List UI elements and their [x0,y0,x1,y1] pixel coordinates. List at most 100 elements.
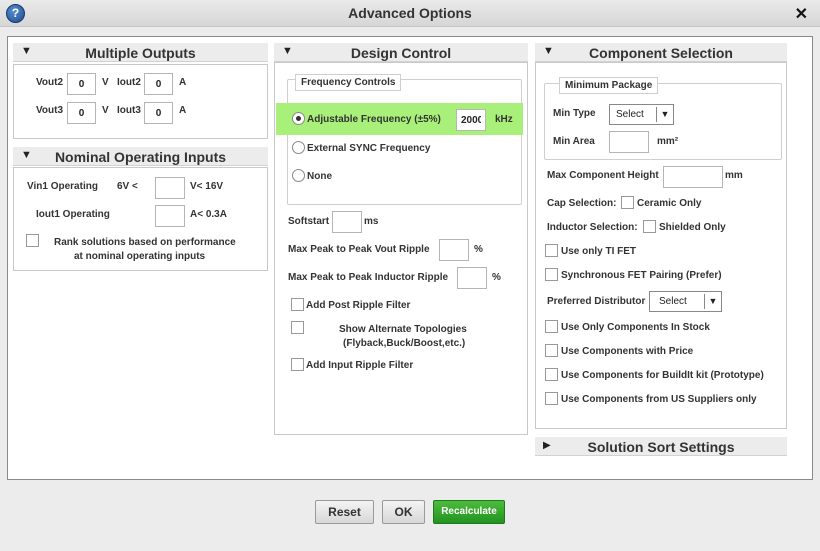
iout3-unit: A [179,105,187,116]
input-ripple-filter-label: Add Input Ripple Filter [306,360,414,371]
multiple-outputs-title: Multiple Outputs [85,45,196,61]
chevron-down-icon: ▼ [704,294,721,309]
chevron-down-icon: ▼ [656,107,673,122]
buildit-checkbox[interactable] [545,368,558,381]
iout3-input[interactable] [144,102,173,124]
nominal-inputs-header[interactable]: ▼ Nominal Operating Inputs [13,147,268,166]
softstart-input[interactable] [332,211,362,233]
min-area-label: Min Area [553,136,595,147]
iout1-input[interactable] [155,205,185,227]
external-sync-radio[interactable] [292,141,305,154]
ti-fet-checkbox[interactable] [545,244,558,257]
frequency-input[interactable] [456,109,486,131]
vout2-label: Vout2 [36,77,64,88]
vin1-label: Vin1 Operating [27,181,98,192]
cap-selection-label: Cap Selection: [547,198,617,209]
iout1-label: Iout1 Operating [36,209,110,220]
shielded-only-label: Shielded Only [659,222,726,233]
vout2-input[interactable] [67,73,96,95]
min-area-unit: mm² [657,136,679,147]
component-selection-title: Component Selection [589,45,733,61]
iout1-max: A< 0.3A [190,209,227,220]
solution-sort-header[interactable]: ▶ Solution Sort Settings [535,437,787,456]
close-icon[interactable]: ✕ [795,4,808,24]
with-price-checkbox[interactable] [545,344,558,357]
design-control-title: Design Control [350,45,452,61]
adjustable-frequency-row[interactable]: Adjustable Frequency (±5%) kHz [276,103,523,135]
max-height-unit: mm [725,170,743,181]
ceramic-only-label: Ceramic Only [637,198,702,209]
minimum-package-legend: Minimum Package [559,77,659,94]
vout3-input[interactable] [67,102,96,124]
us-suppliers-checkbox[interactable] [545,392,558,405]
max-height-input[interactable] [663,166,723,188]
distributor-value: Select [659,296,687,307]
design-control-panel: Frequency Controls Adjustable Frequency … [274,62,528,435]
post-ripple-filter-checkbox[interactable] [291,298,304,311]
title-bar: ? Advanced Options ✕ [0,0,820,27]
ok-button[interactable]: OK [382,500,425,524]
buildit-label: Use Components for BuildIt kit (Prototyp… [561,370,764,381]
ceramic-only-checkbox[interactable] [621,196,634,209]
iout3-label: Iout3 [117,105,141,116]
vout2-unit: V [102,77,109,88]
inductor-ripple-input[interactable] [457,267,487,289]
inductor-selection-label: Inductor Selection: [547,222,638,233]
adjustable-frequency-label: Adjustable Frequency (±5%) [307,114,441,125]
min-type-select[interactable]: Select ▼ [609,104,674,125]
frequency-unit: kHz [495,114,513,125]
min-area-input[interactable] [609,131,649,153]
softstart-label: Softstart [288,216,330,227]
vout-ripple-label: Max Peak to Peak Vout Ripple [288,244,430,255]
vout-ripple-unit: % [474,244,483,255]
rank-checkbox[interactable] [26,234,39,247]
distributor-select[interactable]: Select ▼ [649,291,722,312]
max-height-label: Max Component Height [547,170,659,181]
ti-fet-label: Use only TI FET [561,246,637,257]
iout2-label: Iout2 [117,77,141,88]
rank-label-line2: at nominal operating inputs [74,251,206,262]
adjustable-frequency-radio[interactable] [292,112,305,125]
component-selection-panel: Minimum Package Min Type Select ▼ Min Ar… [535,62,787,429]
nominal-inputs-panel: Vin1 Operating 6V < V< 16V Iout1 Operati… [13,167,268,271]
post-ripple-filter-label: Add Post Ripple Filter [306,300,411,311]
in-stock-label: Use Only Components In Stock [561,322,710,333]
vin1-min: 6V < [117,181,138,192]
vout3-unit: V [102,105,109,116]
input-ripple-filter-checkbox[interactable] [291,358,304,371]
none-label: None [307,171,332,182]
vin1-max: V< 16V [190,181,224,192]
recalculate-button[interactable]: Recalculate [433,500,505,524]
shielded-only-checkbox[interactable] [643,220,656,233]
in-stock-checkbox[interactable] [545,320,558,333]
nominal-inputs-title: Nominal Operating Inputs [54,149,227,165]
distributor-label: Preferred Distributor [547,296,646,307]
alternate-topologies-label-line2: (Flyback,Buck/Boost,etc.) [343,338,466,349]
inductor-ripple-label: Max Peak to Peak Inductor Ripple [288,272,449,283]
external-sync-label: External SYNC Frequency [307,143,431,154]
inductor-ripple-unit: % [492,272,501,283]
vout3-label: Vout3 [36,105,64,116]
min-type-label: Min Type [553,108,596,119]
component-selection-header[interactable]: ▼ Component Selection [535,43,787,62]
vin1-input[interactable] [155,177,185,199]
reset-button[interactable]: Reset [315,500,374,524]
multiple-outputs-header[interactable]: ▼ Multiple Outputs [13,43,268,62]
none-radio[interactable] [292,169,305,182]
multiple-outputs-panel: Vout2 V Iout2 A Vout3 V Iout3 A [13,64,268,139]
with-price-label: Use Components with Price [561,346,694,357]
iout2-input[interactable] [144,73,173,95]
iout2-unit: A [179,77,187,88]
alternate-topologies-label-line1: Show Alternate Topologies [339,324,467,335]
rank-label-line1: Rank solutions based on performance [54,237,236,248]
design-control-header[interactable]: ▼ Design Control [274,43,528,62]
alternate-topologies-checkbox[interactable] [291,321,304,334]
sync-fet-checkbox[interactable] [545,268,558,281]
dialog-title: Advanced Options [348,5,472,21]
solution-sort-title: Solution Sort Settings [587,439,735,455]
softstart-unit: ms [364,216,379,227]
vout-ripple-input[interactable] [439,239,469,261]
frequency-controls-group [287,79,522,205]
min-type-value: Select [616,109,644,120]
us-suppliers-label: Use Components from US Suppliers only [561,394,757,405]
